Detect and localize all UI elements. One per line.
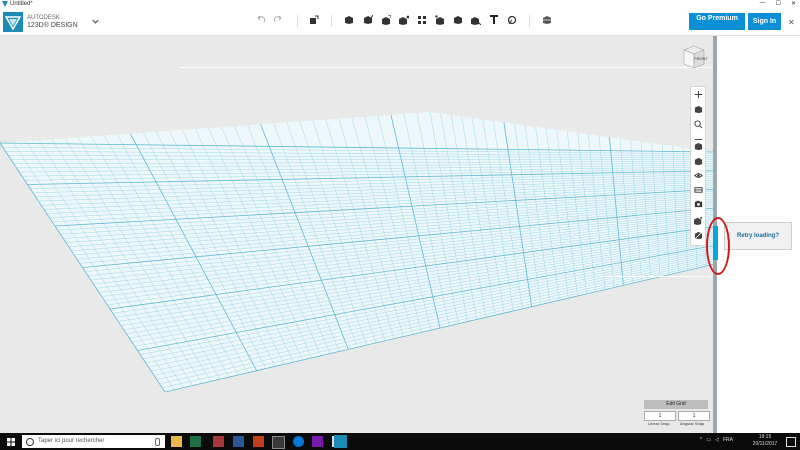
grid-icon[interactable] xyxy=(692,214,704,226)
clock[interactable]: 19:15 20/11/2017 xyxy=(748,434,782,448)
undo-icon[interactable] xyxy=(255,14,267,26)
windows-start-icon[interactable] xyxy=(7,438,15,446)
app-menu[interactable]: AUTODESK 123D® DESIGN xyxy=(3,12,99,32)
taskbar: Taper ici pour rechercher ^ ▭ ◁ FRA 19:1… xyxy=(0,433,800,450)
visibility-icon[interactable] xyxy=(692,155,704,167)
grid-panel: Edit Grid 1 1 Linear Snap Angular Snap xyxy=(644,400,710,430)
snap-icon[interactable] xyxy=(506,14,518,26)
combine-icon[interactable] xyxy=(452,14,464,26)
onenote-icon[interactable] xyxy=(312,436,323,447)
navigation-bar xyxy=(690,86,706,246)
system-tray: ^ ▭ ◁ FRA xyxy=(700,437,733,443)
grouping-icon[interactable] xyxy=(434,14,446,26)
language-indicator[interactable]: FRA xyxy=(723,437,733,443)
title-bar: Untitled* — ☐ ✕ xyxy=(0,0,800,9)
brand-line1: AUTODESK xyxy=(27,15,60,21)
pattern-icon[interactable] xyxy=(416,14,428,26)
viewcube-label: FRONT xyxy=(694,56,708,61)
camera-icon[interactable] xyxy=(692,197,704,209)
maximize-button[interactable]: ☐ xyxy=(776,0,781,7)
volume-icon[interactable]: ◁ xyxy=(715,437,719,443)
fit-icon[interactable] xyxy=(692,140,704,152)
close-icon[interactable]: ✕ xyxy=(788,18,795,27)
3d-viewport[interactable] xyxy=(0,36,715,433)
app-icon xyxy=(2,1,8,7)
edit-grid-button[interactable]: Edit Grid xyxy=(644,400,708,409)
material-icon[interactable] xyxy=(541,14,553,26)
linear-snap-label: Linear Snap xyxy=(648,421,670,426)
angular-snap-label: Angular Snap xyxy=(680,421,705,426)
linear-snap-input[interactable]: 1 xyxy=(644,411,676,421)
minimize-button[interactable]: — xyxy=(760,0,766,7)
clock-date: 20/11/2017 xyxy=(752,441,778,447)
modify-icon[interactable] xyxy=(398,14,410,26)
chevron-down-icon[interactable] xyxy=(92,18,99,27)
highlight-circle xyxy=(706,217,730,275)
network-icon[interactable]: ▭ xyxy=(706,437,711,443)
search-icon xyxy=(26,438,34,446)
window-title: Untitled* xyxy=(10,1,33,7)
microphone-icon[interactable] xyxy=(155,438,160,446)
search-placeholder: Taper ici pour rechercher xyxy=(38,438,105,444)
retry-loading-button[interactable]: Retry loading? xyxy=(724,222,792,250)
sign-in-button[interactable]: Sign In xyxy=(748,13,781,30)
viewcube[interactable]: FRONT xyxy=(680,44,708,70)
go-premium-label: Go Premium xyxy=(696,15,738,22)
construct-icon[interactable] xyxy=(380,14,392,26)
123d-logo xyxy=(3,12,23,32)
sketch-icon[interactable] xyxy=(362,14,374,26)
divider-line xyxy=(600,276,713,277)
powerpoint-icon[interactable] xyxy=(253,436,264,447)
excel-icon[interactable] xyxy=(190,436,201,447)
transform-icon[interactable] xyxy=(308,14,320,26)
chevron-up-icon[interactable]: ^ xyxy=(700,437,702,443)
grid-plane xyxy=(0,111,715,393)
zoom-icon[interactable] xyxy=(692,118,704,130)
123d-icon[interactable] xyxy=(334,435,347,448)
taskbar-search-input[interactable]: Taper ici pour rechercher xyxy=(22,435,165,448)
shading-icon[interactable] xyxy=(692,229,704,241)
clock-time: 19:15 xyxy=(758,434,772,440)
redo-icon[interactable] xyxy=(272,14,284,26)
angular-snap-input[interactable]: 1 xyxy=(678,411,710,421)
pan-icon[interactable] xyxy=(692,103,704,115)
close-window-button[interactable]: ✕ xyxy=(791,0,796,7)
divider-line xyxy=(180,67,713,68)
eye-icon[interactable] xyxy=(692,169,704,181)
edge-icon[interactable] xyxy=(293,436,304,447)
measure-icon[interactable] xyxy=(470,14,482,26)
zoom-plus-icon[interactable] xyxy=(692,88,704,100)
file-explorer-icon[interactable] xyxy=(171,436,182,447)
store-icon[interactable] xyxy=(272,436,285,449)
access-icon[interactable] xyxy=(213,436,224,447)
notification-icon[interactable] xyxy=(786,437,796,447)
primitives-icon[interactable] xyxy=(343,14,355,26)
app-header: AUTODESK 123D® DESIGN Go Premium Sign In… xyxy=(0,9,800,36)
materials-outlines-icon[interactable] xyxy=(692,183,704,195)
go-premium-button[interactable]: Go Premium xyxy=(689,13,745,30)
brand-line2: 123D® DESIGN xyxy=(27,22,78,29)
word-icon[interactable] xyxy=(233,436,244,447)
text-icon[interactable] xyxy=(488,14,500,26)
